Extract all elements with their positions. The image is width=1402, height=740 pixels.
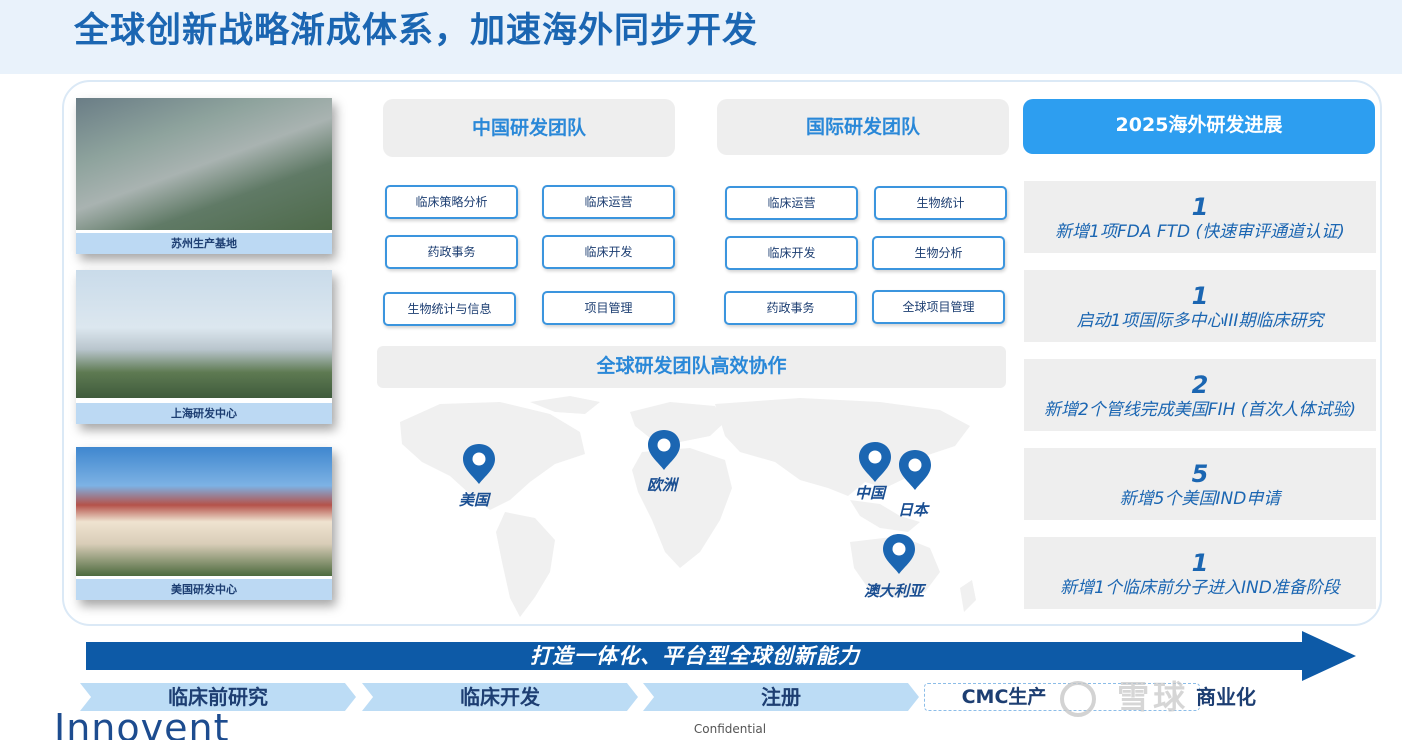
intl-team-header: 国际研发团队 [717, 99, 1009, 155]
map-label-us: 美国 [459, 491, 490, 509]
progress-number: 1 [1191, 282, 1209, 310]
china-team-item: 项目管理 [542, 291, 675, 325]
progress-item: 1 新增1个临床前分子进入IND准备阶段 [1024, 537, 1376, 609]
stage-registration: 注册 [643, 683, 919, 711]
capability-arrow-text: 打造一体化、平台型全球创新能力 [530, 644, 860, 668]
map-label-australia: 澳大利亚 [864, 582, 925, 600]
intl-team-item: 临床开发 [725, 236, 858, 270]
page-title: 全球创新战略渐成体系，加速海外同步开发 [74, 11, 759, 51]
china-team-item: 临床开发 [542, 235, 675, 269]
progress-text: 新增1个临床前分子进入IND准备阶段 [1060, 578, 1340, 598]
progress-header: 2025海外研发进展 [1023, 99, 1375, 154]
watermark: 雪球 [1060, 672, 1189, 718]
photo-shanghai: 上海研发中心 [76, 270, 332, 424]
progress-number: 5 [1191, 460, 1209, 488]
progress-item: 1 启动1项国际多中心III期临床研究 [1024, 270, 1376, 342]
map-pin-icon [899, 450, 931, 490]
confidential-label: Confidential [693, 722, 767, 736]
progress-item: 5 新增5个美国IND申请 [1024, 448, 1376, 520]
progress-text: 启动1项国际多中心III期临床研究 [1076, 311, 1324, 331]
photo-suzhou: 苏州生产基地 [76, 98, 332, 254]
suzhou-image [76, 98, 332, 230]
progress-text: 新增5个美国IND申请 [1119, 489, 1281, 509]
intl-team-item: 生物统计 [874, 186, 1007, 220]
stage-commercial: 商业化 [1196, 685, 1256, 709]
progress-number: 1 [1191, 193, 1209, 221]
snowball-logo-icon [1060, 681, 1096, 717]
stage-clinical: 临床开发 [362, 683, 638, 711]
progress-text: 新增1项FDA FTD (快速审评通道认证) [1055, 222, 1345, 242]
china-team-item: 药政事务 [385, 235, 518, 269]
intl-team-item: 生物分析 [872, 236, 1005, 270]
progress-number: 2 [1191, 371, 1209, 399]
progress-text: 新增2个管线完成美国FIH (首次人体试验) [1043, 400, 1357, 420]
progress-number: 1 [1191, 549, 1209, 577]
map-label-china: 中国 [855, 484, 886, 502]
photo-caption: 上海研发中心 [76, 403, 332, 424]
intl-team-item: 药政事务 [724, 291, 857, 325]
china-team-item: 临床运营 [542, 185, 675, 219]
watermark-text: 雪球 [1117, 678, 1190, 716]
arrow-head-icon [1302, 631, 1356, 681]
progress-item: 2 新增2个管线完成美国FIH (首次人体试验) [1024, 359, 1376, 431]
map-label-europe: 欧洲 [647, 476, 678, 494]
china-team-item: 生物统计与信息 [383, 292, 516, 326]
us-image [76, 447, 332, 576]
intl-team-item: 临床运营 [725, 186, 858, 220]
intl-team-item: 全球项目管理 [872, 290, 1005, 324]
collaboration-banner: 全球研发团队高效协作 [377, 346, 1006, 388]
slide: 全球创新战略渐成体系，加速海外同步开发 苏州生产基地 上海研发中心 美国研发中心… [0, 0, 1402, 740]
photo-caption: 美国研发中心 [76, 579, 332, 600]
china-team-header: 中国研发团队 [383, 99, 675, 157]
map-label-japan: 日本 [898, 501, 929, 519]
photo-us: 美国研发中心 [76, 447, 332, 600]
china-team-item: 临床策略分析 [385, 185, 518, 219]
photo-caption: 苏州生产基地 [76, 233, 332, 254]
shanghai-image [76, 270, 332, 398]
company-logo: Innovent [54, 706, 230, 740]
progress-item: 1 新增1项FDA FTD (快速审评通道认证) [1024, 181, 1376, 253]
